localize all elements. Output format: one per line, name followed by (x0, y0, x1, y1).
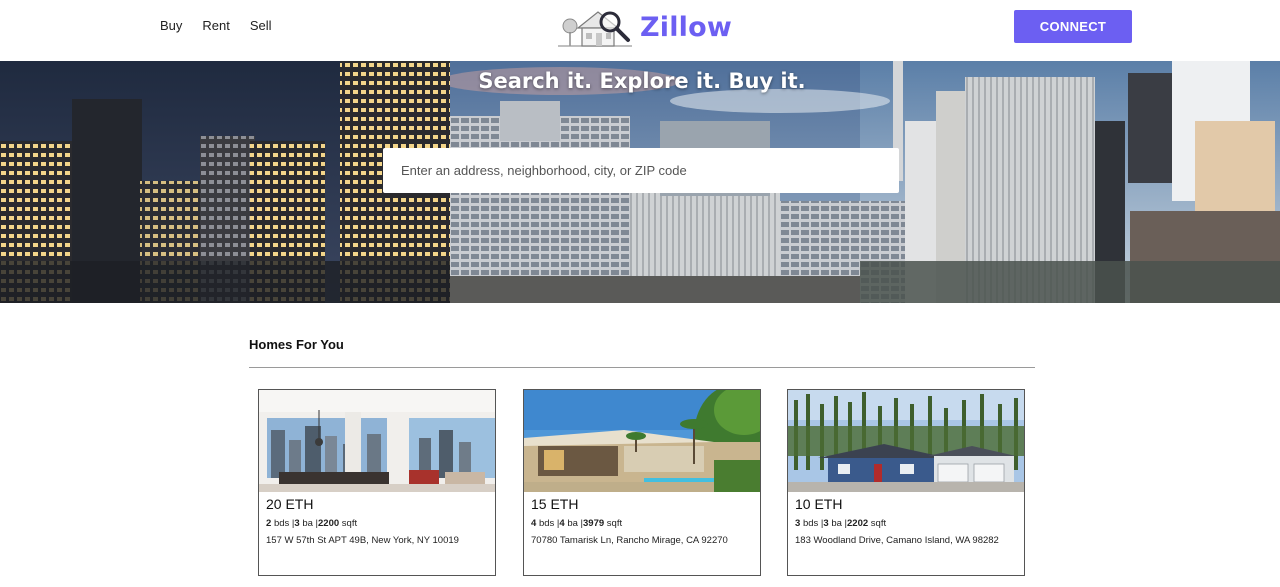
listing-sqft: 2202 (847, 518, 869, 529)
listing-address: 157 W 57th St APT 49B, New York, NY 1001… (266, 535, 459, 546)
listing-card[interactable]: 15 ETH 4 bds |4 ba |3979 sqft 70780 Tama… (523, 389, 761, 576)
listing-specs: 4 bds |4 ba |3979 sqft (531, 518, 623, 529)
listing-beds: 3 (795, 518, 801, 529)
listing-price: 15 ETH (531, 496, 579, 512)
listing-sqft: 2200 (318, 518, 340, 529)
listing-specs: 3 bds |3 ba |2202 sqft (795, 518, 887, 529)
nav-sell-link[interactable]: Sell (250, 18, 272, 33)
listing-sqft-unit: sqft (606, 518, 623, 529)
listing-beds: 4 (531, 518, 537, 529)
listing-price: 20 ETH (266, 496, 314, 512)
listing-beds-unit: bds (538, 518, 555, 529)
search-input[interactable] (383, 148, 899, 193)
listing-photo-suburban-house (788, 390, 1024, 492)
brand-name: Zillow (640, 11, 733, 43)
listing-baths: 3 (294, 518, 300, 529)
listing-price: 10 ETH (795, 496, 843, 512)
section-divider (249, 367, 1035, 368)
listing-baths-unit: ba (567, 518, 578, 529)
listing-address: 70780 Tamarisk Ln, Rancho Mirage, CA 922… (531, 535, 728, 546)
listing-specs: 2 bds |3 ba |2200 sqft (266, 518, 358, 529)
listing-address: 183 Woodland Drive, Camano Island, WA 98… (795, 535, 999, 546)
listing-photo-pool-house (524, 390, 760, 492)
listing-sqft-unit: sqft (341, 518, 358, 529)
listing-baths-unit: ba (831, 518, 842, 529)
main-nav: Buy Rent Sell (160, 18, 272, 33)
listing-baths: 4 (559, 518, 565, 529)
listing-card[interactable]: 20 ETH 2 bds |3 ba |2200 sqft 157 W 57th… (258, 389, 496, 576)
brand-logo[interactable]: Zillow (556, 4, 732, 50)
listing-beds: 2 (266, 518, 272, 529)
listing-sqft-unit: sqft (870, 518, 887, 529)
nav-rent-link[interactable]: Rent (202, 18, 229, 33)
top-header: Buy Rent Sell Zillow CONNECT (0, 0, 1280, 61)
listing-beds-unit: bds (273, 518, 290, 529)
listing-sqft: 3979 (583, 518, 605, 529)
listing-card[interactable]: 10 ETH 3 bds |3 ba |2202 sqft 183 Woodla… (787, 389, 1025, 576)
listing-photo-apartment (259, 390, 495, 492)
listing-baths-unit: ba (302, 518, 313, 529)
listing-baths: 3 (823, 518, 829, 529)
house-search-logo-icon (558, 11, 632, 47)
connect-button[interactable]: CONNECT (1014, 10, 1132, 43)
listing-beds-unit: bds (802, 518, 819, 529)
section-title: Homes For You (249, 337, 344, 352)
hero-banner: Search it. Explore it. Buy it. (0, 61, 1280, 303)
hero-title: Search it. Explore it. Buy it. (478, 69, 806, 93)
nav-buy-link[interactable]: Buy (160, 18, 182, 33)
